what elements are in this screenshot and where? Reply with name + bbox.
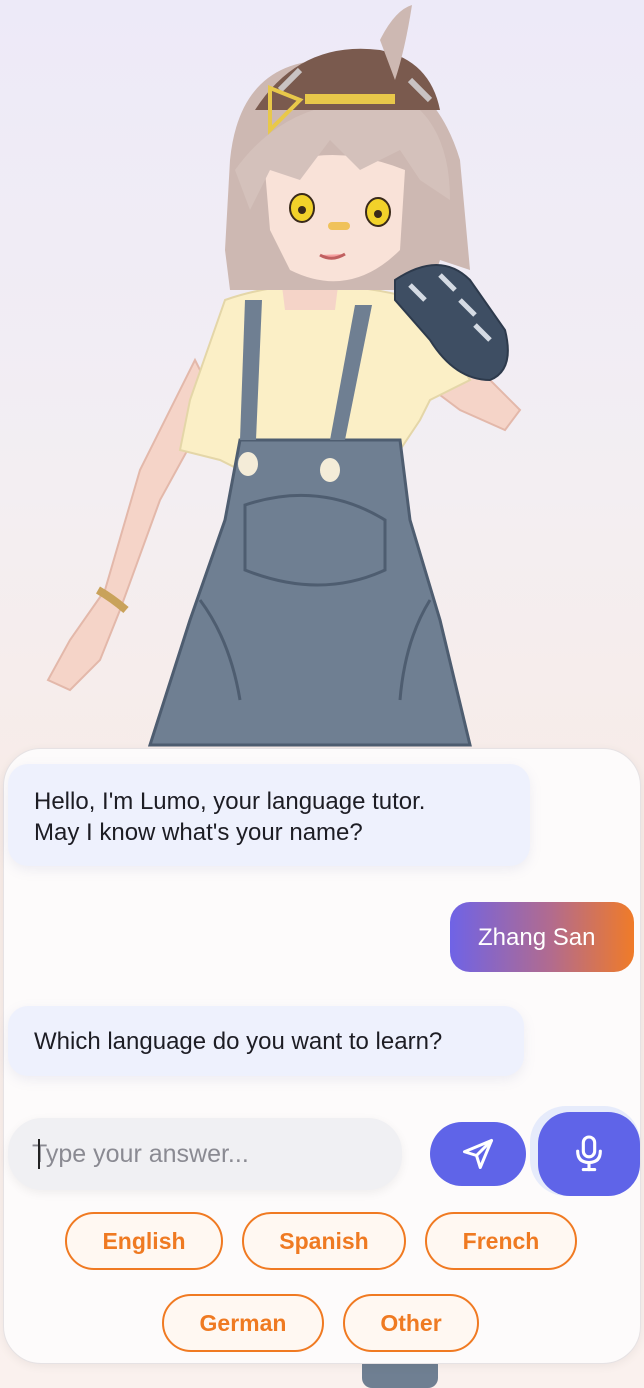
- bot-message: Which language do you want to learn?: [8, 1006, 524, 1076]
- language-option-english[interactable]: English: [65, 1212, 223, 1270]
- bot-message: Hello, I'm Lumo, your language tutor. Ma…: [8, 764, 530, 866]
- bot-message-text: Which language do you want to learn?: [34, 1028, 443, 1055]
- microphone-icon: [576, 1135, 602, 1172]
- text-caret: [38, 1139, 40, 1169]
- bot-message-line: Hello, I'm Lumo, your language tutor.: [34, 788, 426, 815]
- language-option-other[interactable]: Other: [343, 1294, 479, 1352]
- user-message-text: Zhang San: [478, 924, 596, 951]
- language-option-french[interactable]: French: [425, 1212, 577, 1270]
- microphone-button[interactable]: [538, 1112, 640, 1196]
- send-button[interactable]: [430, 1122, 526, 1186]
- language-option-spanish[interactable]: Spanish: [242, 1212, 406, 1270]
- language-option-german[interactable]: German: [162, 1294, 324, 1352]
- send-icon: [463, 1139, 493, 1169]
- answer-input-wrapper: [8, 1118, 402, 1190]
- user-message: Zhang San: [450, 902, 634, 972]
- answer-input[interactable]: [8, 1118, 392, 1190]
- bot-message-line: May I know what's your name?: [34, 819, 363, 846]
